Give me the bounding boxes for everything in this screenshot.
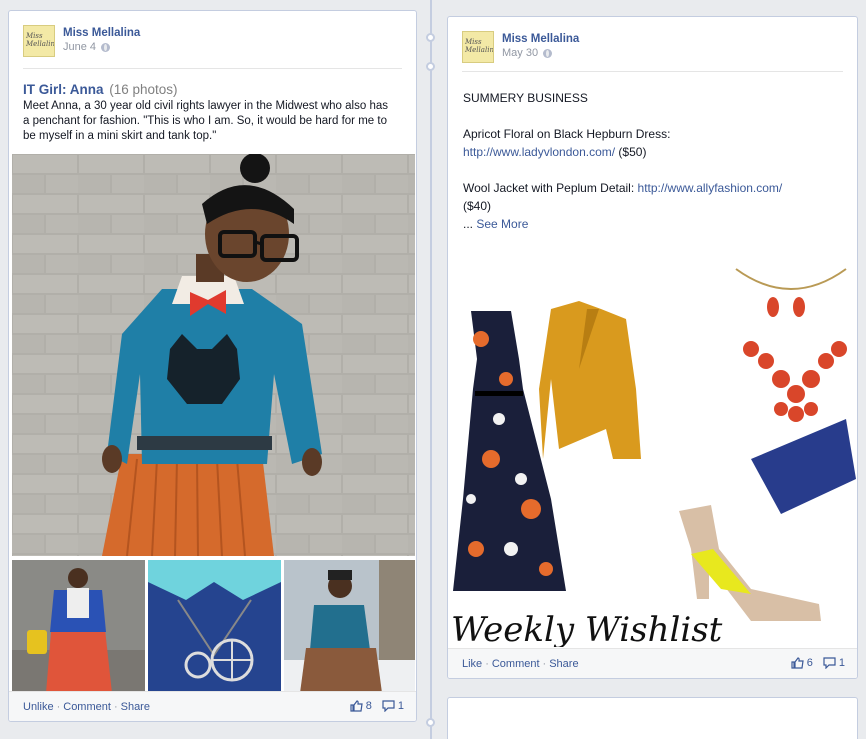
author-avatar[interactable]: Miss Mellalina xyxy=(462,31,494,63)
post-body: SUMMERY BUSINESS Apricot Floral on Black… xyxy=(463,89,843,233)
wishlist-post: Miss Mellalina Miss Mellalina May 30 SUM… xyxy=(447,16,858,679)
comment-count-value: 1 xyxy=(397,700,404,712)
like-count-value: 6 xyxy=(806,657,813,669)
post-meta: May 30 xyxy=(502,47,553,59)
like-count[interactable]: 6 xyxy=(791,657,813,669)
header-divider xyxy=(462,71,843,72)
wishlist-image[interactable]: Weekly Wishlist xyxy=(451,249,856,647)
album-main-photo[interactable] xyxy=(12,154,415,556)
post-counts: 6 1 xyxy=(791,657,845,669)
item-description: Wool Jacket with Peplum Detail: xyxy=(463,181,635,195)
comment-count[interactable]: 1 xyxy=(382,700,404,712)
thumbs-up-icon xyxy=(350,700,363,712)
wishlist-item: Wool Jacket with Peplum Detail: http://w… xyxy=(463,179,843,233)
see-more-link[interactable]: See More xyxy=(476,217,528,231)
comment-icon xyxy=(382,700,395,712)
wishlist-caption: Weekly Wishlist xyxy=(451,610,723,647)
separator: · xyxy=(56,701,61,713)
ellipsis: ... xyxy=(463,217,474,231)
like-count-value: 8 xyxy=(365,700,372,712)
timeline-marker xyxy=(426,33,435,42)
post-actions: Unlike · Comment · Share xyxy=(23,701,150,713)
post-actions: Like · Comment · Share xyxy=(462,658,579,670)
unlike-link[interactable]: Unlike xyxy=(23,701,54,713)
post-date[interactable]: May 30 xyxy=(502,47,538,59)
item-link[interactable]: http://www.allyfashion.com/ xyxy=(638,181,783,195)
author-avatar[interactable]: Miss Mellalina xyxy=(23,25,55,57)
like-count[interactable]: 8 xyxy=(350,700,372,712)
post-header: Miss Mellalina Miss Mellalina May 30 xyxy=(448,17,857,65)
comment-count[interactable]: 1 xyxy=(823,657,845,669)
separator: · xyxy=(485,658,489,670)
comment-icon xyxy=(823,657,836,669)
wishlist-item: Apricot Floral on Black Hepburn Dress: h… xyxy=(463,125,843,161)
item-link[interactable]: http://www.ladyvlondon.com/ xyxy=(463,145,615,159)
album-thumbnail[interactable] xyxy=(284,560,415,693)
post-date[interactable]: June 4 xyxy=(63,41,96,53)
album-title-link[interactable]: IT Girl: Anna xyxy=(23,82,104,97)
comment-count-value: 1 xyxy=(838,657,845,669)
album-thumbnail[interactable] xyxy=(148,560,281,693)
album-photo-count: (16 photos) xyxy=(109,82,178,97)
post-meta: June 4 xyxy=(63,41,111,53)
item-price: ($40) xyxy=(463,199,492,213)
timeline-marker xyxy=(426,718,435,727)
comment-link[interactable]: Comment xyxy=(63,701,111,713)
separator: · xyxy=(113,701,118,713)
next-post-card xyxy=(447,697,858,739)
thumbs-up-icon xyxy=(791,657,804,669)
share-link[interactable]: Share xyxy=(121,701,150,713)
album-title-row: IT Girl: Anna (16 photos) xyxy=(23,82,178,97)
author-name[interactable]: Miss Mellalina xyxy=(502,33,579,45)
album-post: Miss Mellalina Miss Mellalina June 4 IT … xyxy=(8,10,417,722)
post-counts: 8 1 xyxy=(350,700,404,712)
globe-icon[interactable] xyxy=(101,42,111,52)
globe-icon[interactable] xyxy=(543,48,553,58)
avatar-text: Miss Mellalina xyxy=(26,32,55,48)
avatar-text: Miss Mellalina xyxy=(465,38,494,54)
timeline-spine xyxy=(430,0,432,739)
author-name[interactable]: Miss Mellalina xyxy=(63,27,140,39)
post-header: Miss Mellalina Miss Mellalina June 4 xyxy=(9,11,416,59)
item-description: Apricot Floral on Black Hepburn Dress: xyxy=(463,127,671,141)
like-link[interactable]: Like xyxy=(462,658,482,670)
post-heading: SUMMERY BUSINESS xyxy=(463,91,588,105)
post-footer: Unlike · Comment · Share 8 1 xyxy=(9,691,416,721)
album-thumbnail[interactable] xyxy=(12,560,145,693)
timeline-marker xyxy=(426,62,435,71)
separator: · xyxy=(542,658,547,670)
share-link[interactable]: Share xyxy=(549,658,578,670)
item-price: ($50) xyxy=(618,145,647,159)
album-description: Meet Anna, a 30 year old civil rights la… xyxy=(23,100,388,142)
header-divider xyxy=(23,68,402,69)
post-footer: Like · Comment · Share 6 1 xyxy=(448,648,857,678)
comment-link[interactable]: Comment xyxy=(492,658,540,670)
